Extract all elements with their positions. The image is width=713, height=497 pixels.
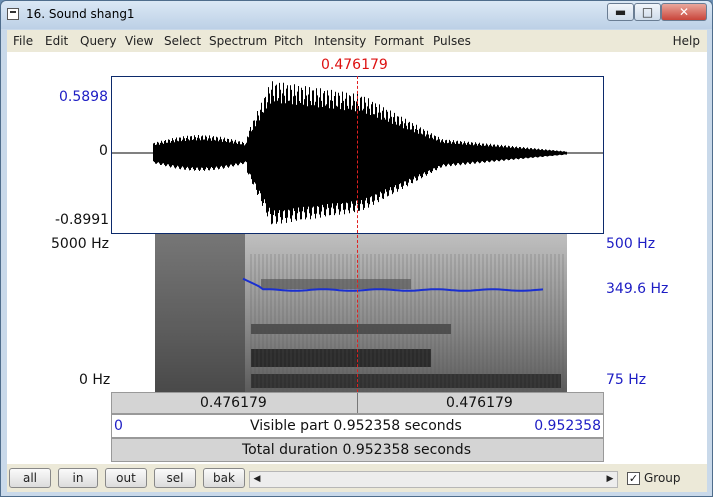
cursor-time-label: 0.476179 bbox=[321, 57, 388, 73]
spectrogram-top-label: 5000 Hz bbox=[51, 236, 109, 252]
zoom-sel-button[interactable]: sel bbox=[154, 468, 196, 488]
menu-formant[interactable]: Formant bbox=[374, 34, 424, 48]
visible-part-label: Visible part 0.952358 seconds bbox=[250, 418, 462, 434]
visible-start-label: 0 bbox=[114, 418, 123, 434]
menu-view[interactable]: View bbox=[125, 34, 153, 48]
menu-intensity[interactable]: Intensity bbox=[314, 34, 366, 48]
group-label: Group bbox=[644, 471, 681, 485]
group-checkbox[interactable]: ✓ bbox=[627, 472, 640, 485]
time-selection-bar[interactable]: 0.476179 0.476179 bbox=[111, 392, 604, 414]
waveform-max-label: 0.5898 bbox=[59, 89, 108, 105]
minimize-button[interactable]: ▬ bbox=[607, 3, 634, 21]
waveform-zero-label: 0 bbox=[99, 143, 108, 159]
menu-pitch[interactable]: Pitch bbox=[274, 34, 303, 48]
title-bar[interactable]: 16. Sound shang1 ▬ □ ✕ bbox=[1, 1, 712, 29]
close-button[interactable]: ✕ bbox=[661, 3, 707, 21]
scroll-left-icon[interactable]: ◀ bbox=[250, 472, 264, 487]
client-area: File Edit Query View Select Spectrum Pit… bbox=[7, 30, 707, 492]
menu-bar: File Edit Query View Select Spectrum Pit… bbox=[7, 30, 707, 52]
total-duration-bar[interactable]: Total duration 0.952358 seconds bbox=[111, 438, 604, 462]
zoom-back-button[interactable]: bak bbox=[203, 468, 245, 488]
fricative-noise bbox=[155, 234, 245, 392]
window-title: 16. Sound shang1 bbox=[26, 7, 135, 21]
visible-end-label: 0.952358 bbox=[534, 418, 601, 434]
formant-band-low bbox=[251, 349, 431, 367]
zoom-out-button[interactable]: out bbox=[105, 468, 147, 488]
app-icon bbox=[7, 8, 19, 20]
time-right-label: 0.476179 bbox=[446, 395, 513, 411]
praat-sound-window: 16. Sound shang1 ▬ □ ✕ File Edit Query V… bbox=[0, 0, 713, 497]
zoom-in-button[interactable]: in bbox=[58, 468, 98, 488]
menu-spectrum[interactable]: Spectrum bbox=[209, 34, 267, 48]
zoom-all-button[interactable]: all bbox=[9, 468, 51, 488]
menu-edit[interactable]: Edit bbox=[45, 34, 68, 48]
menu-help[interactable]: Help bbox=[673, 34, 700, 48]
visible-part-bar[interactable]: 0 Visible part 0.952358 seconds 0.952358 bbox=[111, 414, 604, 438]
scroll-right-icon[interactable]: ▶ bbox=[603, 472, 617, 487]
maximize-button[interactable]: □ bbox=[634, 3, 661, 21]
sound-editor-canvas[interactable]: 0.476179 0.5898 0 -0.8991 5000 Hz 0 Hz 5… bbox=[7, 52, 707, 488]
time-left-label: 0.476179 bbox=[200, 395, 267, 411]
pitch-value-label: 349.6 Hz bbox=[606, 281, 669, 297]
menu-select[interactable]: Select bbox=[164, 34, 201, 48]
total-duration-label: Total duration 0.952358 seconds bbox=[242, 442, 471, 458]
menu-query[interactable]: Query bbox=[80, 34, 116, 48]
bottom-toolbar: all in out sel bak ◀ ▶ ✓ Group bbox=[7, 464, 707, 492]
time-bar-divider bbox=[357, 393, 358, 413]
cursor-line bbox=[357, 76, 358, 392]
menu-file[interactable]: File bbox=[13, 34, 33, 48]
waveform-min-label: -0.8991 bbox=[55, 212, 110, 228]
pitch-top-label: 500 Hz bbox=[606, 236, 656, 252]
time-scrollbar[interactable]: ◀ ▶ bbox=[249, 471, 618, 488]
menu-pulses[interactable]: Pulses bbox=[433, 34, 471, 48]
spectrogram-bottom-label: 0 Hz bbox=[79, 372, 111, 388]
pitch-bottom-label: 75 Hz bbox=[606, 372, 647, 388]
